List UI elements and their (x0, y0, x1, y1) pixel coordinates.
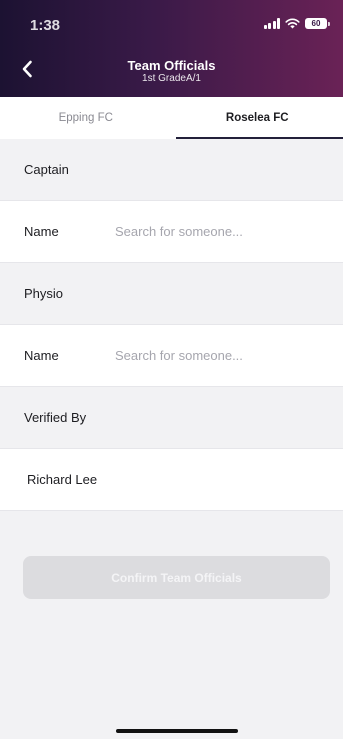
status-icons: 60 (263, 18, 330, 29)
header: 1:38 60 Team Officials 1st GradeA/1 (0, 0, 343, 97)
confirm-team-officials-button[interactable]: Confirm Team Officials (23, 556, 330, 599)
wifi-icon (285, 18, 300, 29)
tab-roselea-fc[interactable]: Roselea FC (172, 97, 343, 139)
captain-name-label: Name (24, 224, 59, 239)
captain-section-header: Captain (0, 139, 343, 201)
status-time: 1:38 (30, 17, 61, 34)
physio-search-input[interactable] (115, 340, 343, 371)
home-indicator (116, 729, 238, 733)
page-subtitle: 1st GradeA/1 (142, 73, 201, 84)
captain-name-row[interactable]: Name (0, 201, 343, 263)
page-title: Team Officials (127, 58, 216, 73)
verified-by-row: Richard Lee (0, 449, 343, 511)
physio-name-label: Name (24, 348, 59, 363)
captain-search-input[interactable] (115, 216, 343, 247)
battery-icon: 60 (305, 18, 330, 29)
status-bar: 1:38 60 (0, 0, 343, 44)
physio-name-row[interactable]: Name (0, 325, 343, 387)
verified-by-section-header: Verified By (0, 387, 343, 449)
tab-epping-fc[interactable]: Epping FC (0, 97, 172, 139)
title-block: Team Officials 1st GradeA/1 (0, 58, 343, 85)
team-tabs: Epping FC Roselea FC (0, 97, 343, 139)
verified-by-name: Richard Lee (27, 472, 98, 487)
signal-icon (263, 18, 280, 29)
team-officials-screen: 1:38 60 Team Officials 1st GradeA/1 Eppi… (0, 0, 343, 739)
physio-section-header: Physio (0, 263, 343, 325)
